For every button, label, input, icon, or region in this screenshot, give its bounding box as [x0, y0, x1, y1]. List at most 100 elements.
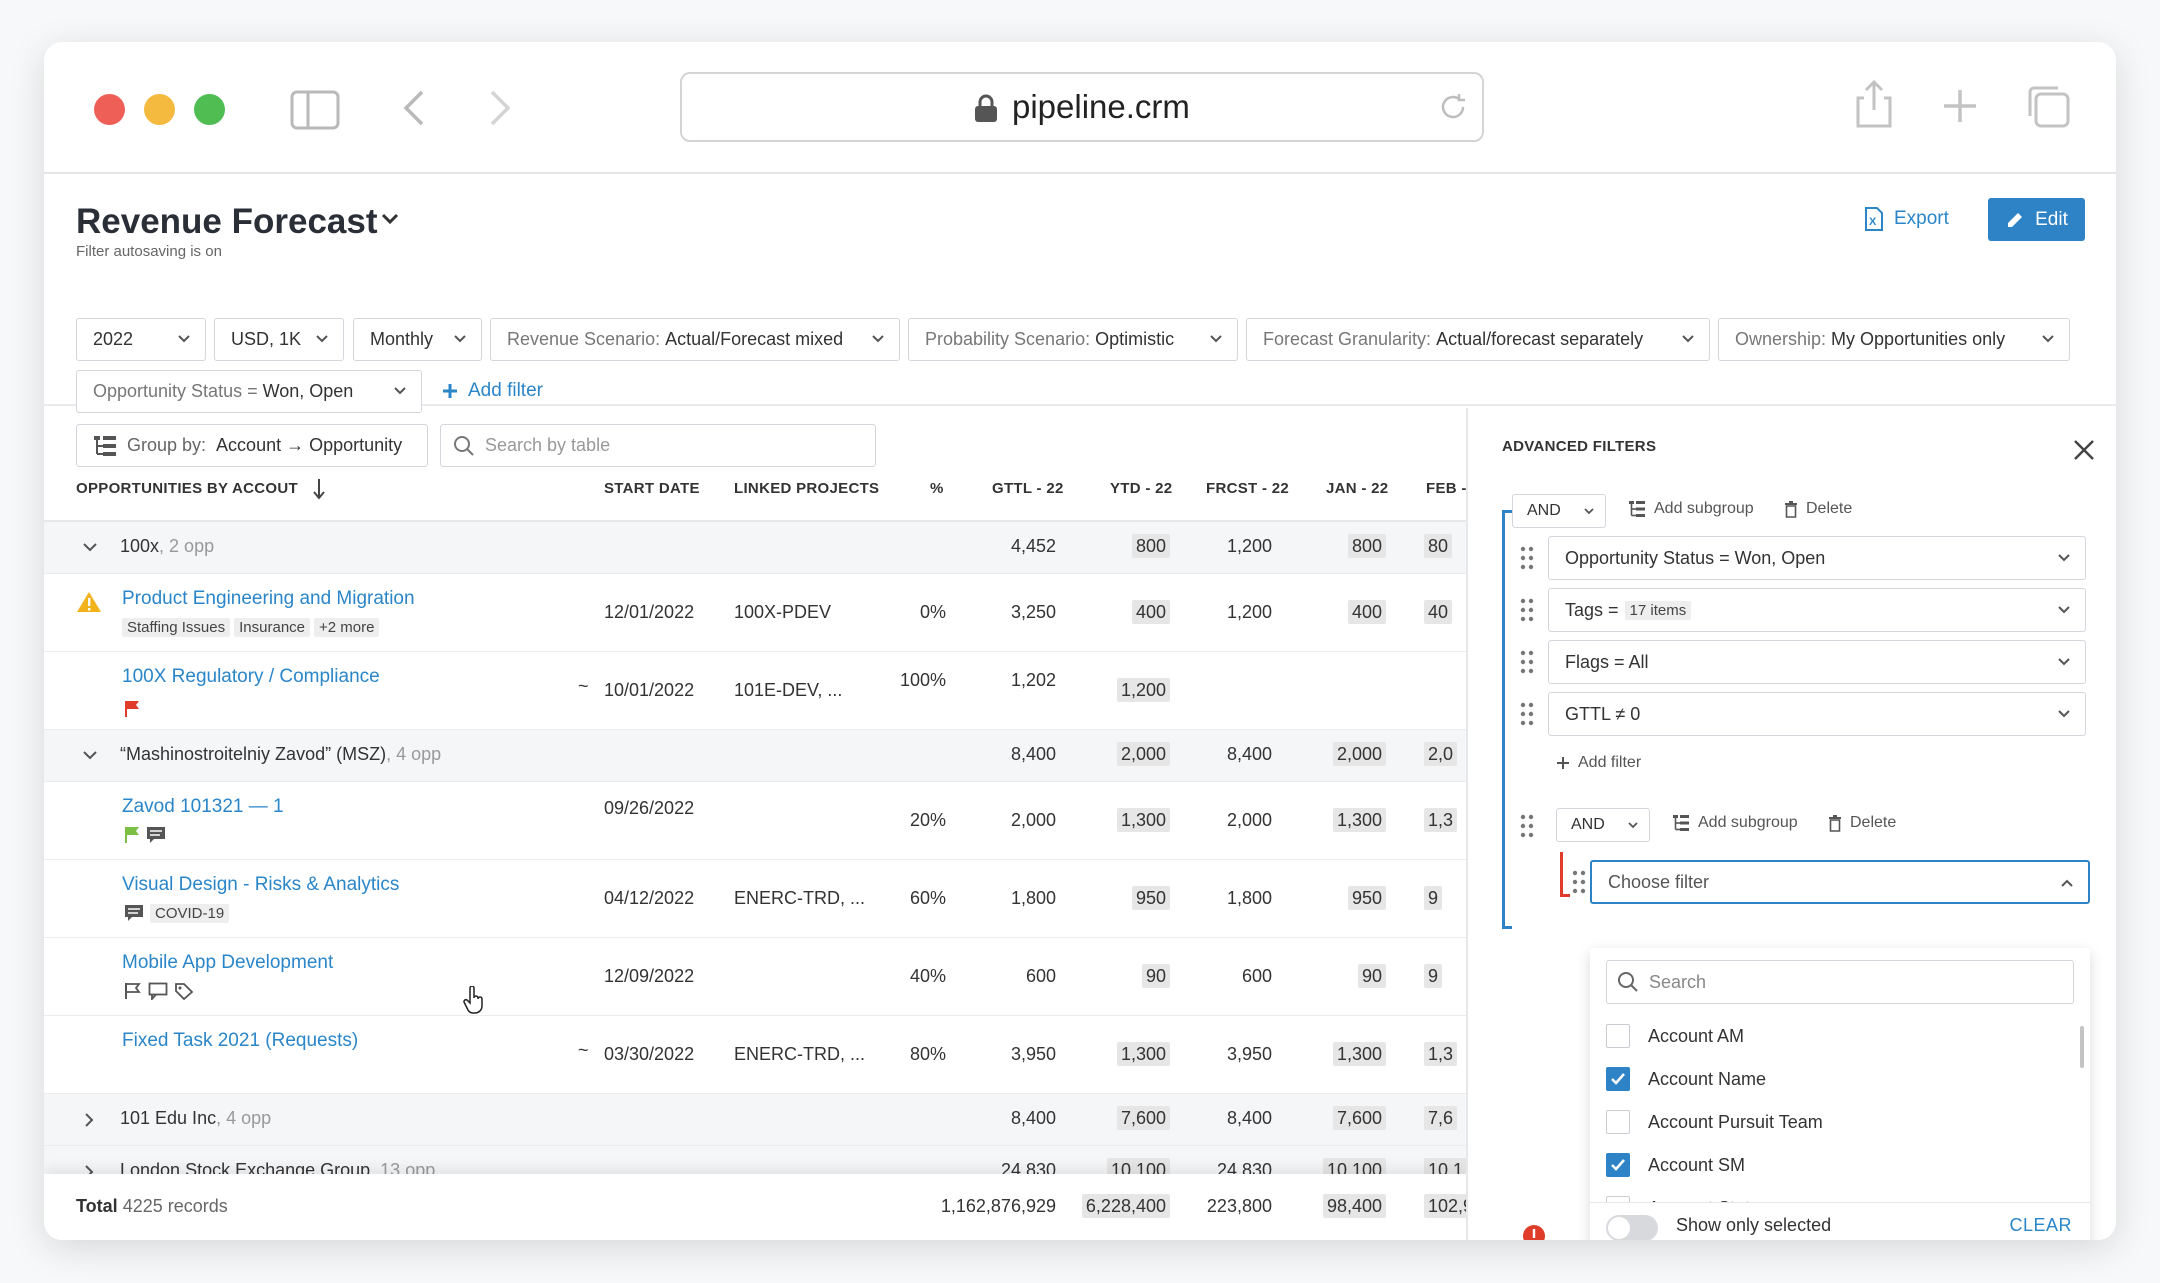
chevron-down-icon[interactable] [380, 212, 400, 226]
add-filter-button[interactable]: Add filter [442, 380, 543, 402]
table-group-row[interactable]: 100x, 2 opp 4,452 800 1,200 800 80 [44, 522, 1466, 574]
subgroup-add-subgroup-button[interactable]: Add subgroup [1672, 814, 1798, 832]
more-tags-badge[interactable]: +2 more [314, 618, 380, 637]
opportunity-status-select[interactable]: Opportunity Status = Won, Open [76, 370, 422, 413]
table-group-row[interactable]: “Mashinostroitelniy Zavod” (MSZ), 4 opp … [44, 730, 1466, 782]
probability-scenario-select[interactable]: Probability Scenario: Optimistic [908, 318, 1238, 361]
choose-filter-select[interactable]: Choose filter [1590, 860, 2090, 904]
col-header-name[interactable]: OPPORTUNITIES BY ACCOUT [76, 480, 298, 497]
browser-toolbar: pipeline.crm [44, 42, 2116, 174]
forward-arrow-icon[interactable] [488, 88, 514, 128]
table-search-input[interactable]: Search by table [440, 424, 876, 467]
minimize-window-button[interactable] [144, 94, 175, 125]
opportunity-link[interactable]: 100X Regulatory / Compliance [122, 666, 380, 687]
linked-projects[interactable]: 101E-DEV, ... [734, 680, 842, 701]
sort-down-icon[interactable] [312, 478, 326, 500]
drag-handle-icon[interactable] [1520, 814, 1534, 838]
col-header-gttl[interactable]: GTTL - 22 [992, 480, 1064, 497]
drag-handle-icon[interactable] [1520, 598, 1534, 622]
table-search-placeholder: Search by table [485, 435, 611, 455]
chevron-down-icon[interactable] [82, 750, 98, 762]
opportunity-link[interactable]: Zavod 101321 — 1 [122, 796, 284, 817]
checkbox-checked[interactable] [1606, 1153, 1630, 1177]
opportunity-link[interactable]: Product Engineering and Migration [122, 588, 415, 609]
add-subgroup-label: Add subgroup [1654, 500, 1754, 517]
probability-scenario-value: Optimistic [1095, 329, 1175, 349]
group-by-select[interactable]: Group by: Account → Opportunity [76, 424, 428, 467]
checkbox[interactable] [1606, 1024, 1630, 1048]
drag-handle-icon[interactable] [1520, 546, 1534, 570]
opportunity-link[interactable]: Mobile App Development [122, 952, 333, 973]
table-row[interactable]: Mobile App Development 12/09/2022 40% 60… [44, 938, 1466, 1016]
maximize-window-button[interactable] [194, 94, 225, 125]
sidebar-toggle-icon[interactable] [290, 90, 340, 130]
tabs-overview-icon[interactable] [2024, 82, 2072, 130]
col-header-ytd[interactable]: YTD - 22 [1110, 480, 1172, 497]
filter-options-search-input[interactable]: Search [1606, 960, 2074, 1004]
ytd-value: 1,200 [1116, 678, 1170, 702]
back-arrow-icon[interactable] [400, 88, 426, 128]
filter-option-account-pursuit-team[interactable]: Account Pursuit Team [1606, 1110, 1823, 1134]
close-icon[interactable] [2072, 438, 2096, 462]
filter-row-flags[interactable]: Flags = All [1548, 640, 2086, 684]
filter-option-account-sm[interactable]: Account SM [1606, 1153, 1745, 1177]
col-header-linked-projects[interactable]: LINKED PROJECTS [734, 480, 879, 497]
filter-row-gttl[interactable]: GTTL ≠ 0 [1548, 692, 2086, 736]
chevron-down-icon[interactable] [82, 542, 98, 554]
error-icon[interactable] [1522, 1224, 1546, 1240]
table-row[interactable]: Product Engineering and Migration Staffi… [44, 574, 1466, 652]
currency-select[interactable]: USD, 1K [214, 318, 344, 361]
add-subgroup-button[interactable]: Add subgroup [1628, 500, 1754, 518]
table-row[interactable]: Zavod 101321 — 1 09/26/2022 20% 2,000 1,… [44, 782, 1466, 860]
add-subgroup-icon [1629, 501, 1645, 517]
probability-percent: 80% [909, 1044, 946, 1064]
probability-percent: 60% [909, 888, 946, 908]
drag-handle-icon[interactable] [1520, 702, 1534, 726]
drag-handle-icon[interactable] [1520, 650, 1534, 674]
linked-projects[interactable]: ENERC-TRD, ... [734, 888, 865, 909]
subgroup-bracket [1560, 894, 1570, 897]
opportunity-link[interactable]: Visual Design - Risks & Analytics [122, 874, 399, 895]
table-row[interactable]: Visual Design - Risks & Analytics COVID-… [44, 860, 1466, 938]
address-bar[interactable]: pipeline.crm [680, 72, 1484, 142]
filter-row-opportunity-status[interactable]: Opportunity Status = Won, Open [1548, 536, 2086, 580]
filter-row-tags[interactable]: Tags = 17 items [1548, 588, 2086, 632]
col-header-feb[interactable]: FEB - 2 [1426, 480, 1466, 497]
show-only-selected-toggle[interactable] [1606, 1215, 1658, 1240]
clear-button[interactable]: CLEAR [2009, 1215, 2072, 1236]
drag-handle-icon[interactable] [1572, 870, 1586, 894]
subgroup-logic-operator-select[interactable]: AND [1556, 808, 1650, 842]
logic-operator-select[interactable]: AND [1512, 494, 1606, 528]
linked-projects[interactable]: 100X-PDEV [734, 602, 831, 623]
filter-option-account-name[interactable]: Account Name [1606, 1067, 1766, 1091]
col-header-percent[interactable]: % [930, 480, 944, 497]
edit-button[interactable]: Edit [1988, 198, 2085, 241]
lock-icon [975, 94, 997, 122]
table-row[interactable]: 100X Regulatory / Compliance ~ 10/01/202… [44, 652, 1466, 730]
close-window-button[interactable] [94, 94, 125, 125]
table-group-row[interactable]: 101 Edu Inc, 4 opp 8,400 7,600 8,400 7,6… [44, 1094, 1466, 1146]
linked-projects[interactable]: ENERC-TRD, ... [734, 1044, 865, 1065]
col-header-frcst[interactable]: FRCST - 22 [1206, 480, 1289, 497]
chevron-right-icon[interactable] [84, 1112, 96, 1128]
period-select[interactable]: Monthly [353, 318, 482, 361]
dropdown-scrollbar[interactable] [2080, 1026, 2084, 1068]
col-header-start-date[interactable]: START DATE [604, 480, 700, 497]
opportunity-link[interactable]: Fixed Task 2021 (Requests) [122, 1030, 358, 1051]
new-tab-icon[interactable] [1940, 86, 1980, 126]
share-icon[interactable] [1852, 78, 1896, 130]
export-button[interactable]: X Export [1864, 198, 1949, 240]
checkbox-checked[interactable] [1606, 1067, 1630, 1091]
col-header-jan[interactable]: JAN - 22 [1326, 480, 1388, 497]
subgroup-delete-button[interactable]: Delete [1828, 814, 1896, 832]
ownership-select[interactable]: Ownership: My Opportunities only [1718, 318, 2070, 361]
reload-icon[interactable] [1438, 92, 1468, 122]
filter-option-account-am[interactable]: Account AM [1606, 1024, 1744, 1048]
checkbox[interactable] [1606, 1110, 1630, 1134]
table-row[interactable]: Fixed Task 2021 (Requests) ~ 03/30/2022 … [44, 1016, 1466, 1094]
revenue-scenario-select[interactable]: Revenue Scenario: Actual/Forecast mixed [490, 318, 900, 361]
add-filter-row-button[interactable]: Add filter [1556, 754, 1641, 772]
delete-group-button[interactable]: Delete [1784, 500, 1852, 518]
year-select[interactable]: 2022 [76, 318, 206, 361]
forecast-granularity-select[interactable]: Forecast Granularity: Actual/forecast sep… [1246, 318, 1710, 361]
